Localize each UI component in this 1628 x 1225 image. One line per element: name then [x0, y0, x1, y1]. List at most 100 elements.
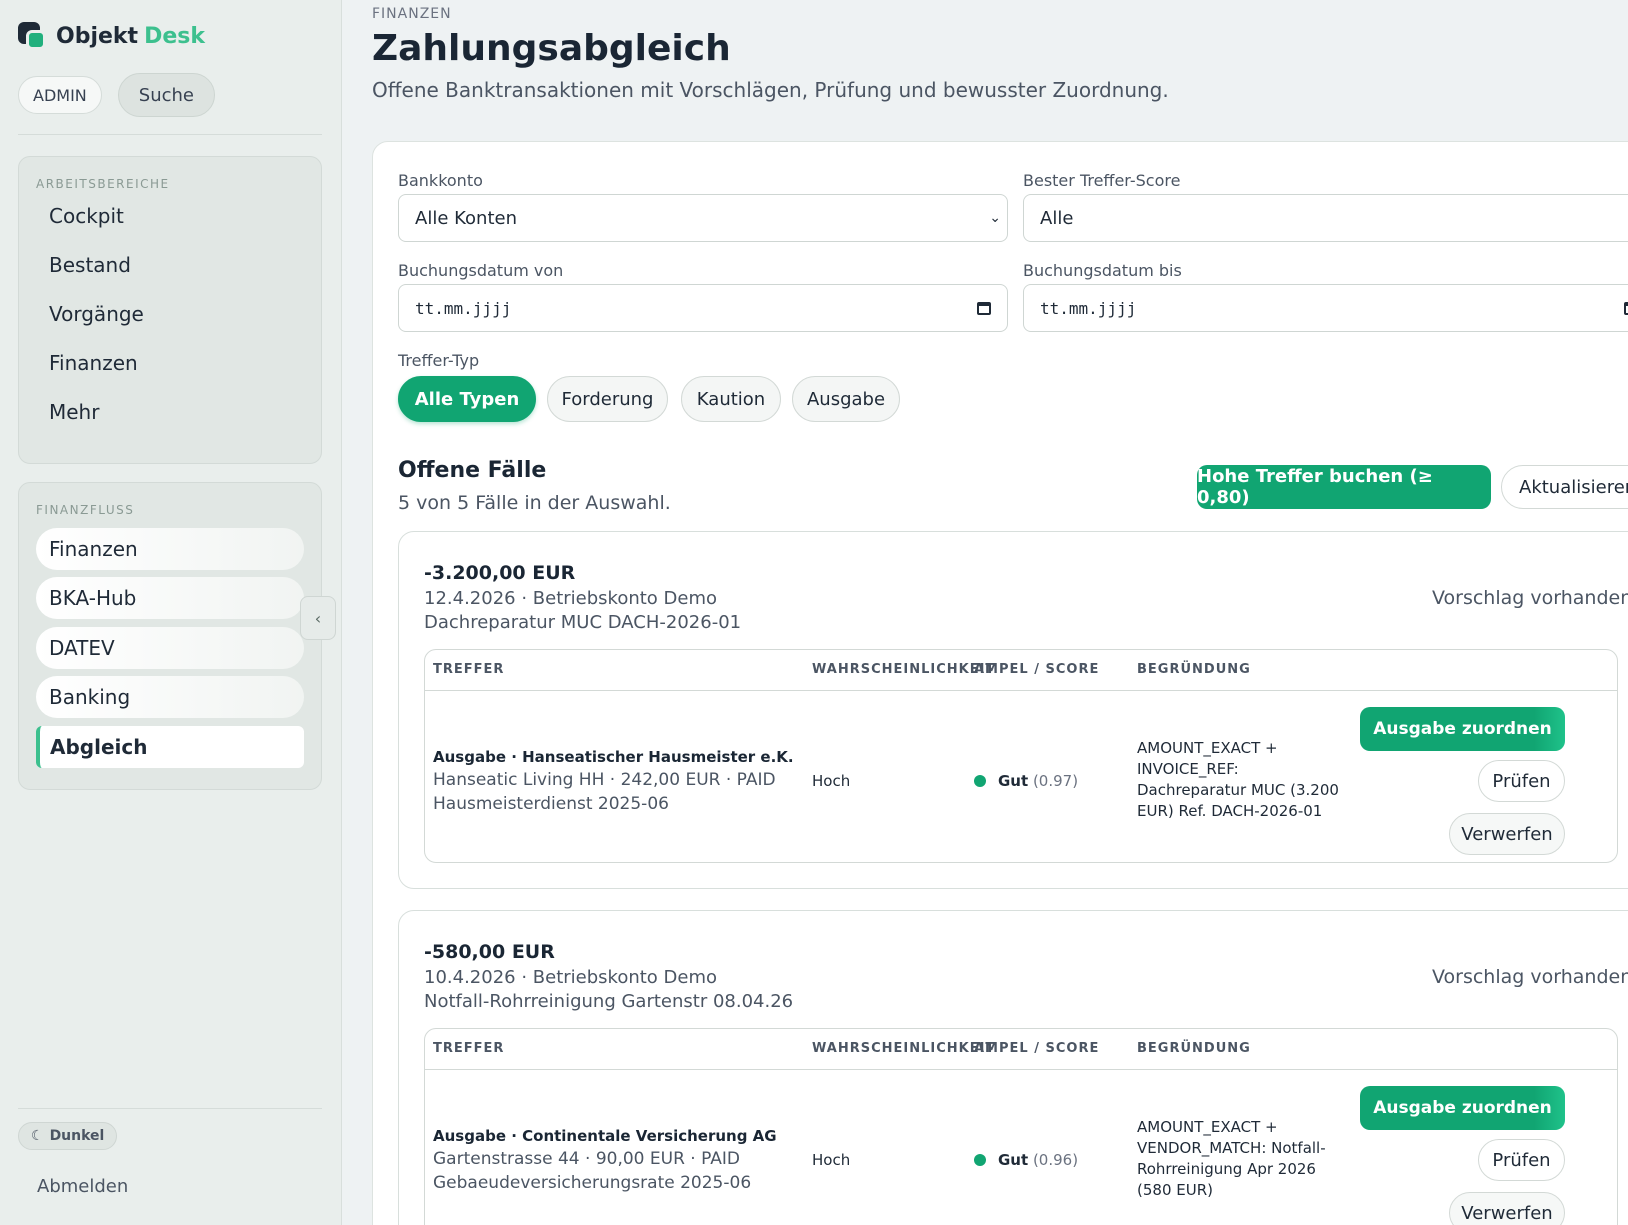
- match-score: Gut (0.97): [998, 772, 1078, 790]
- th-probability: WAHRSCHEINLICHKEIT: [812, 1041, 996, 1056]
- date-to-label: Buchungsdatum bis: [1023, 261, 1182, 280]
- case-card: -3.200,00 EUR 12.4.2026 · Betriebskonto …: [398, 531, 1628, 889]
- app-name-part2: Desk: [144, 23, 205, 49]
- match-probability: Hoch: [812, 1151, 851, 1169]
- case-amount: -580,00 EUR: [424, 941, 555, 963]
- bank-account-label: Bankkonto: [398, 171, 483, 190]
- sidebar-item-bka-hub[interactable]: BKA-Hub: [36, 577, 304, 619]
- match-detail-line2: Hausmeisterdienst 2025-06: [433, 794, 669, 814]
- search-button[interactable]: Suche: [117, 73, 215, 117]
- sidebar-divider: [18, 134, 322, 135]
- th-reason: BEGRÜNDUNG: [1137, 1041, 1251, 1056]
- th-score: AMPEL / SCORE: [974, 662, 1100, 677]
- sidebar-item-datev[interactable]: DATEV: [36, 627, 304, 669]
- case-date-account: 12.4.2026 · Betriebskonto Demo: [424, 588, 718, 609]
- open-cases-count: 5 von 5 Fälle in der Auswahl.: [398, 492, 671, 514]
- sidebar-item-banking[interactable]: Banking: [36, 676, 304, 718]
- sidebar-item-cockpit[interactable]: Cockpit: [49, 204, 124, 228]
- th-probability: WAHRSCHEINLICHKEIT: [812, 662, 996, 677]
- match-table: TREFFER WAHRSCHEINLICHKEIT AMPEL / SCORE…: [424, 1028, 1618, 1225]
- moon-icon: ☾: [31, 1128, 44, 1144]
- breadcrumb: FINANZEN: [372, 6, 452, 22]
- sidebar-item-finanzen-flow[interactable]: Finanzen: [36, 528, 304, 570]
- chip-forderung[interactable]: Forderung: [547, 376, 668, 422]
- book-high-matches-button[interactable]: Hohe Treffer buchen (≥ 0,80): [1197, 465, 1491, 509]
- status-dot-green: [974, 775, 986, 787]
- date-to-placeholder: tt.mm.jjjj: [1040, 298, 1137, 318]
- score-value: (0.97): [1032, 772, 1079, 790]
- best-score-select[interactable]: Alle: [1023, 194, 1628, 242]
- match-detail-line2: Gebaeudeversicherungsrate 2025-06: [433, 1173, 752, 1193]
- sidebar-item-mehr[interactable]: Mehr: [49, 400, 99, 424]
- case-reference: Dachreparatur MUC DACH-2026-01: [424, 612, 742, 633]
- assign-expense-button[interactable]: Ausgabe zuordnen: [1360, 1086, 1565, 1130]
- collapse-sidebar-button[interactable]: ‹: [300, 596, 336, 640]
- match-detail-line1: Hanseatic Living HH · 242,00 EUR · PAID: [433, 770, 776, 790]
- th-match: TREFFER: [433, 1041, 505, 1056]
- match-reason: AMOUNT_EXACT + VENDOR_MATCH: Notfall-Roh…: [1137, 1118, 1326, 1199]
- calendar-icon[interactable]: [1624, 301, 1628, 315]
- table-header-divider: [425, 690, 1617, 691]
- case-card: -580,00 EUR 10.4.2026 · Betriebskonto De…: [398, 910, 1628, 1225]
- bank-account-select[interactable]: Alle Konten ⌄: [398, 194, 1008, 242]
- date-to-input[interactable]: tt.mm.jjjj: [1023, 284, 1628, 332]
- match-table: TREFFER WAHRSCHEINLICHKEIT AMPEL / SCORE…: [424, 649, 1618, 863]
- match-title: Ausgabe · Hanseatischer Hausmeister e.K.: [433, 748, 794, 766]
- sidebar-item-abgleich[interactable]: Abgleich: [36, 726, 304, 768]
- table-header-divider: [425, 1069, 1617, 1070]
- app-name: Objekt Desk: [56, 24, 205, 49]
- match-type-label: Treffer-Typ: [398, 351, 480, 370]
- date-from-input[interactable]: tt.mm.jjjj: [398, 284, 1008, 332]
- match-detail-line1: Gartenstrasse 44 · 90,00 EUR · PAID: [433, 1149, 741, 1169]
- page-subtitle: Offene Banktransaktionen mit Vorschlägen…: [372, 78, 1169, 102]
- open-cases-title: Offene Fälle: [398, 458, 547, 483]
- th-match: TREFFER: [433, 662, 505, 677]
- top-pill-row: ADMIN Suche: [18, 73, 215, 117]
- app-name-part1: Objekt: [56, 23, 139, 49]
- best-score-label: Bester Treffer-Score: [1023, 171, 1181, 190]
- calendar-icon[interactable]: [977, 301, 991, 315]
- chip-alle-typen[interactable]: Alle Typen: [398, 376, 536, 422]
- workspace-nav: ARBEITSBEREICHE Cockpit Bestand Vorgänge…: [18, 156, 322, 464]
- th-reason: BEGRÜNDUNG: [1137, 662, 1251, 677]
- check-button[interactable]: Prüfen: [1478, 1139, 1565, 1181]
- chip-kaution[interactable]: Kaution: [681, 376, 781, 422]
- refresh-button[interactable]: Aktualisieren: [1501, 465, 1628, 509]
- theme-toggle[interactable]: ☾ Dunkel: [18, 1122, 118, 1150]
- sidebar-item-bestand[interactable]: Bestand: [49, 253, 131, 277]
- objekt-desk-logo-icon: [18, 22, 46, 50]
- finance-flow-heading: FINANZFLUSS: [36, 503, 135, 517]
- check-button[interactable]: Prüfen: [1478, 760, 1565, 802]
- case-reference: Notfall-Rohrreinigung Gartenstr 08.04.26: [424, 991, 794, 1012]
- chevron-down-icon: ⌄: [989, 210, 1001, 226]
- sidebar-item-finanzen[interactable]: Finanzen: [49, 351, 138, 375]
- case-date-account: 10.4.2026 · Betriebskonto Demo: [424, 967, 718, 988]
- reject-button[interactable]: Verwerfen: [1449, 813, 1565, 855]
- status-dot-green: [974, 1154, 986, 1166]
- case-status: Vorschlag vorhanden: [1432, 587, 1628, 609]
- app-logo[interactable]: Objekt Desk: [18, 22, 205, 50]
- score-label: Gut: [998, 772, 1029, 790]
- page-title: Zahlungsabgleich: [372, 28, 731, 69]
- score-label: Gut: [998, 1151, 1029, 1169]
- sidebar-item-vorgaenge[interactable]: Vorgänge: [49, 302, 144, 326]
- match-title: Ausgabe · Continentale Versicherung AG: [433, 1127, 777, 1145]
- workspace-nav-heading: ARBEITSBEREICHE: [36, 177, 170, 191]
- match-reason: AMOUNT_EXACT + INVOICE_REF: Dachreparatu…: [1137, 739, 1339, 820]
- case-amount: -3.200,00 EUR: [424, 562, 576, 584]
- case-status: Vorschlag vorhanden: [1432, 966, 1628, 988]
- bank-account-value: Alle Konten: [415, 207, 517, 229]
- score-value: (0.96): [1032, 1151, 1079, 1169]
- logout-link[interactable]: Abmelden: [37, 1176, 128, 1197]
- finance-flow-nav: FINANZFLUSS Finanzen BKA-Hub DATEV Banki…: [18, 482, 322, 790]
- match-probability: Hoch: [812, 772, 851, 790]
- date-from-label: Buchungsdatum von: [398, 261, 564, 280]
- sidebar-divider-bottom: [18, 1108, 322, 1109]
- match-score: Gut (0.96): [998, 1151, 1078, 1169]
- admin-badge: ADMIN: [18, 76, 102, 114]
- sidebar: Objekt Desk ADMIN Suche ARBEITSBEREICHE C…: [0, 0, 342, 1225]
- th-score: AMPEL / SCORE: [974, 1041, 1100, 1056]
- assign-expense-button[interactable]: Ausgabe zuordnen: [1360, 707, 1565, 751]
- reject-button[interactable]: Verwerfen: [1449, 1192, 1565, 1225]
- chip-ausgabe[interactable]: Ausgabe: [792, 376, 900, 422]
